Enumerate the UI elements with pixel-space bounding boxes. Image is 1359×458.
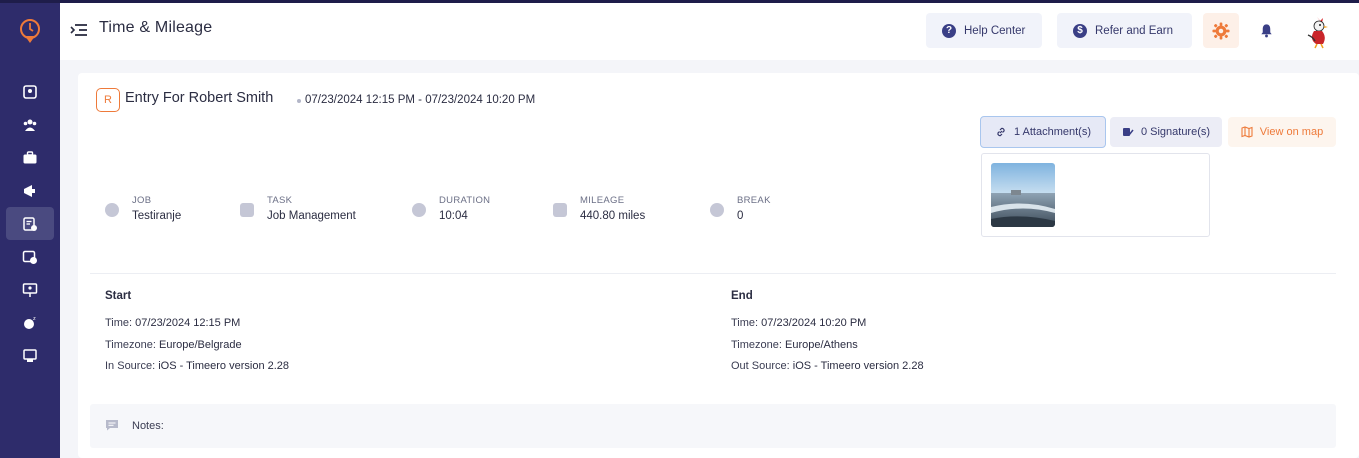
- stat-value: 440.80 miles: [580, 210, 646, 222]
- dollar-icon: $: [1073, 23, 1087, 38]
- sleep-icon: z: [24, 316, 36, 329]
- separator-dot: [297, 99, 301, 103]
- briefcase-icon: [23, 150, 37, 163]
- start-time-row: Time: 07/23/2024 12:15 PM: [105, 317, 240, 329]
- signature-icon: [1122, 128, 1134, 136]
- menu-toggle-icon[interactable]: [70, 23, 88, 37]
- attachment-thumbnail[interactable]: [991, 163, 1055, 227]
- employee-initial-badge: R: [96, 88, 120, 112]
- page-title: Time & Mileage: [99, 19, 213, 36]
- sidebar-item-map[interactable]: [6, 75, 54, 108]
- signatures-button[interactable]: 0 Signature(s): [1110, 117, 1222, 147]
- sidebar: z: [0, 0, 60, 458]
- gear-icon: [1212, 21, 1230, 40]
- megaphone-icon: [24, 184, 35, 197]
- view-on-map-label: View on map: [1259, 126, 1324, 138]
- sidebar-item-reports[interactable]: [6, 273, 54, 306]
- start-source-row: In Source: iOS - Timeero version 2.28: [105, 360, 289, 372]
- break-icon: [710, 203, 724, 217]
- briefcase-icon: [105, 203, 119, 217]
- map-icon: [23, 84, 37, 99]
- sidebar-item-schedule[interactable]: [6, 240, 54, 273]
- timesheet-icon: [23, 216, 37, 231]
- calendar-clock-icon: [22, 250, 37, 264]
- stat-label: DURATION: [439, 195, 491, 206]
- end-title: End: [731, 290, 753, 302]
- stat-label: JOB: [132, 195, 152, 206]
- start-source-value: iOS - Timeero version 2.28: [158, 360, 290, 372]
- mileage-icon: [553, 203, 567, 217]
- start-timezone-value: Europe/Belgrade: [159, 339, 242, 351]
- attachments-button[interactable]: 1 Attachment(s): [980, 116, 1106, 148]
- end-time-label: Time:: [731, 317, 759, 329]
- end-timezone-row: Timezone: Europe/Athens: [731, 339, 858, 351]
- clock-icon: [412, 203, 426, 217]
- help-center-label: Help Center: [964, 24, 1026, 37]
- end-source-row: Out Source: iOS - Timeero version 2.28: [731, 360, 924, 372]
- task-icon: [240, 203, 254, 217]
- stat-label: TASK: [267, 195, 293, 206]
- stat-value: 0: [737, 210, 744, 222]
- user-avatar[interactable]: [1303, 15, 1333, 49]
- attachments-panel: [981, 153, 1210, 237]
- start-time-value: 07/23/2024 12:15 PM: [135, 317, 241, 329]
- stat-value: 10:04: [439, 210, 468, 222]
- start-time-label: Time:: [105, 317, 133, 329]
- end-timezone-label: Timezone:: [731, 339, 782, 351]
- end-source-label: Out Source:: [731, 360, 790, 372]
- signatures-label: 0 Signature(s): [1140, 126, 1211, 138]
- sidebar-item-kiosk[interactable]: [6, 339, 54, 372]
- stat-value: Job Management: [267, 210, 356, 222]
- sidebar-item-team[interactable]: [6, 108, 54, 141]
- entry-card: R Entry For Robert Smith 07/23/2024 12:1…: [78, 73, 1359, 458]
- comment-icon: [106, 420, 118, 431]
- notes-label: Notes:: [132, 420, 164, 432]
- start-timezone-row: Timezone: Europe/Belgrade: [105, 339, 242, 351]
- bell-icon: [1260, 24, 1272, 38]
- svg-text:z: z: [33, 316, 36, 322]
- sidebar-item-time-off[interactable]: z: [6, 306, 54, 339]
- start-source-label: In Source:: [105, 360, 156, 372]
- top-bar: Time & Mileage ? Help Center $ Refer and…: [60, 0, 1359, 60]
- sidebar-item-announcements[interactable]: [6, 174, 54, 207]
- sidebar-item-time-mileage[interactable]: [6, 207, 54, 240]
- entry-title: Entry For Robert Smith: [125, 90, 274, 106]
- refer-and-earn-button[interactable]: $ Refer and Earn: [1057, 13, 1192, 48]
- end-time-value: 07/23/2024 10:20 PM: [761, 317, 867, 329]
- timeero-logo-icon[interactable]: [19, 18, 41, 44]
- stat-label: MILEAGE: [580, 195, 625, 206]
- end-time-row: Time: 07/23/2024 10:20 PM: [731, 317, 866, 329]
- stat-value: Testiranje: [132, 210, 182, 222]
- notes-section: Notes:: [90, 404, 1336, 448]
- sidebar-item-jobs[interactable]: [6, 141, 54, 174]
- entry-time-range: 07/23/2024 12:15 PM - 07/23/2024 10:20 P…: [305, 94, 536, 106]
- attachments-label: 1 Attachment(s): [1013, 126, 1092, 138]
- refer-and-earn-label: Refer and Earn: [1095, 24, 1173, 37]
- settings-button[interactable]: [1203, 13, 1239, 48]
- end-timezone-value: Europe/Athens: [785, 339, 858, 351]
- link-icon: [997, 127, 1005, 137]
- section-divider: [90, 273, 1336, 274]
- kiosk-icon: [23, 348, 37, 362]
- stat-label: BREAK: [737, 195, 771, 206]
- map-icon: [1241, 126, 1253, 138]
- view-on-map-button[interactable]: View on map: [1228, 117, 1336, 147]
- start-timezone-label: Timezone:: [105, 339, 156, 351]
- notifications-button[interactable]: [1253, 13, 1279, 48]
- question-icon: ?: [942, 23, 956, 38]
- presentation-icon: [22, 282, 38, 297]
- help-center-button[interactable]: ? Help Center: [926, 13, 1042, 48]
- start-title: Start: [105, 290, 132, 302]
- end-source-value: iOS - Timeero version 2.28: [792, 360, 924, 372]
- team-icon: [23, 119, 37, 131]
